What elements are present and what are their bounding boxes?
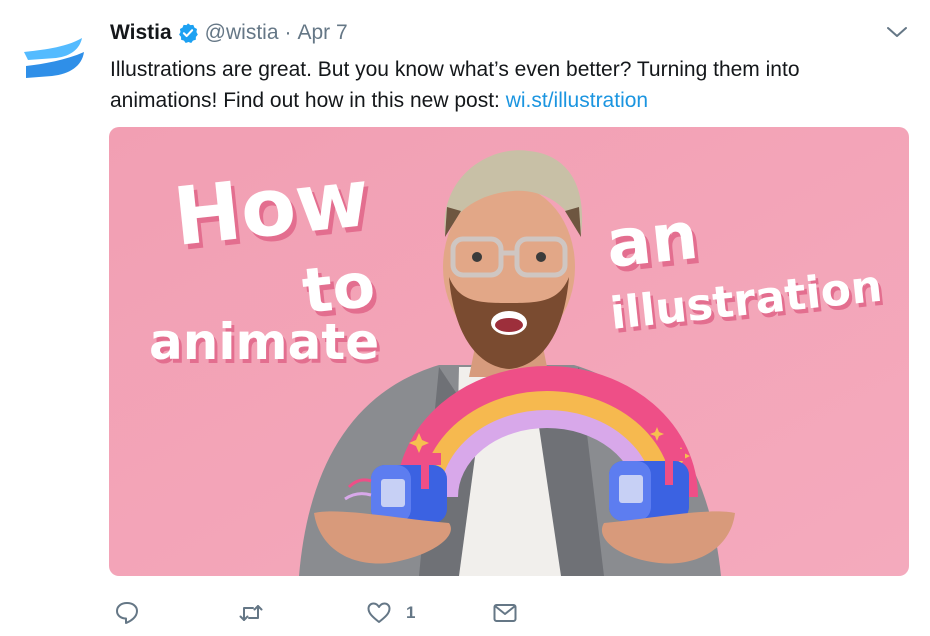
wistia-logo-icon (24, 38, 84, 78)
retweet-button[interactable] (238, 596, 264, 630)
author-name[interactable]: Wistia (110, 21, 172, 45)
tweet-link[interactable]: wi.st/illustration (506, 89, 648, 112)
separator-dot: · (284, 21, 292, 44)
direct-message-button[interactable] (492, 596, 518, 630)
retweet-icon (239, 605, 263, 621)
tweet-card[interactable]: Wistia @wistia · Apr 7 Illustrations are… (0, 0, 930, 636)
tweet-header: Wistia @wistia · Apr 7 (110, 18, 348, 48)
verified-badge-icon (177, 22, 199, 44)
tweet-text-line-1: Illustrations are great. But you know wh… (110, 58, 800, 81)
author-avatar[interactable] (20, 30, 88, 98)
tweet-date[interactable]: Apr 7 (298, 21, 348, 45)
heart-icon (367, 602, 391, 623)
like-count: 1 (406, 603, 416, 622)
tweet-actions: 1 (110, 596, 630, 630)
envelope-icon (493, 604, 517, 622)
like-button[interactable]: 1 (366, 596, 415, 630)
reply-icon (116, 602, 138, 624)
tweet-text-line-2: animations! Find out how in this new pos… (110, 85, 900, 116)
tweet-media-image[interactable]: How How to to animate animate an an illu… (109, 127, 909, 576)
tweet-text: Illustrations are great. But you know wh… (110, 54, 900, 116)
tweet-text-line-2-prefix: animations! Find out how in this new pos… (110, 89, 506, 112)
more-options-chevron-icon[interactable] (886, 24, 908, 40)
author-handle[interactable]: @wistia (205, 21, 279, 45)
reply-button[interactable] (114, 596, 140, 630)
title-word-an: an (603, 197, 702, 283)
title-word-animate: animate (149, 313, 379, 371)
